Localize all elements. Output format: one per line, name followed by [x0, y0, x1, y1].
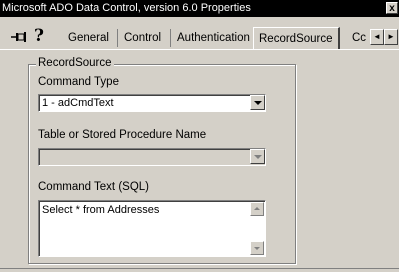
scroll-down-icon[interactable] — [250, 241, 264, 255]
command-type-value: 1 - adCmdText — [39, 95, 265, 111]
tab-authentication[interactable]: Authentication — [177, 28, 250, 48]
command-text-field[interactable]: Select * from Addresses — [38, 200, 266, 257]
tab-strip-line — [0, 49, 399, 50]
table-name-select — [38, 148, 266, 166]
help-icon[interactable]: ? — [34, 26, 44, 46]
pin-icon[interactable] — [10, 29, 28, 45]
command-text-scrollbar[interactable] — [250, 202, 264, 255]
tab-scroll-right-icon[interactable]: ► — [384, 29, 398, 45]
table-name-value — [39, 149, 265, 165]
title-bar: Microsoft ADO Data Control, version 6.0 … — [0, 0, 399, 17]
tab-recordsource[interactable]: RecordSource — [253, 27, 340, 49]
tab-separator — [170, 29, 171, 47]
tab-control[interactable]: Control — [124, 28, 161, 48]
tab-columns-partial[interactable]: Cc — [352, 28, 366, 48]
tab-scroll-left-icon[interactable]: ◄ — [370, 29, 384, 45]
command-type-label: Command Type — [38, 76, 119, 88]
scroll-up-icon[interactable] — [250, 202, 264, 216]
tab-separator — [117, 29, 118, 47]
chevron-down-icon — [250, 149, 265, 164]
command-text-value[interactable]: Select * from Addresses — [39, 201, 265, 256]
command-type-select[interactable]: 1 - adCmdText — [38, 94, 266, 112]
dialog-bottom-edge — [0, 268, 399, 269]
command-text-label: Command Text (SQL) — [38, 181, 149, 193]
table-name-label: Table or Stored Procedure Name — [38, 129, 207, 141]
tab-general[interactable]: General — [68, 28, 109, 48]
window-title: Microsoft ADO Data Control, version 6.0 … — [2, 2, 251, 14]
close-button[interactable]: x — [386, 2, 398, 14]
groupbox-legend: RecordSource — [36, 57, 114, 69]
chevron-down-icon[interactable] — [250, 95, 265, 110]
tab-scroll-buttons: ◄ ► — [370, 29, 399, 46]
